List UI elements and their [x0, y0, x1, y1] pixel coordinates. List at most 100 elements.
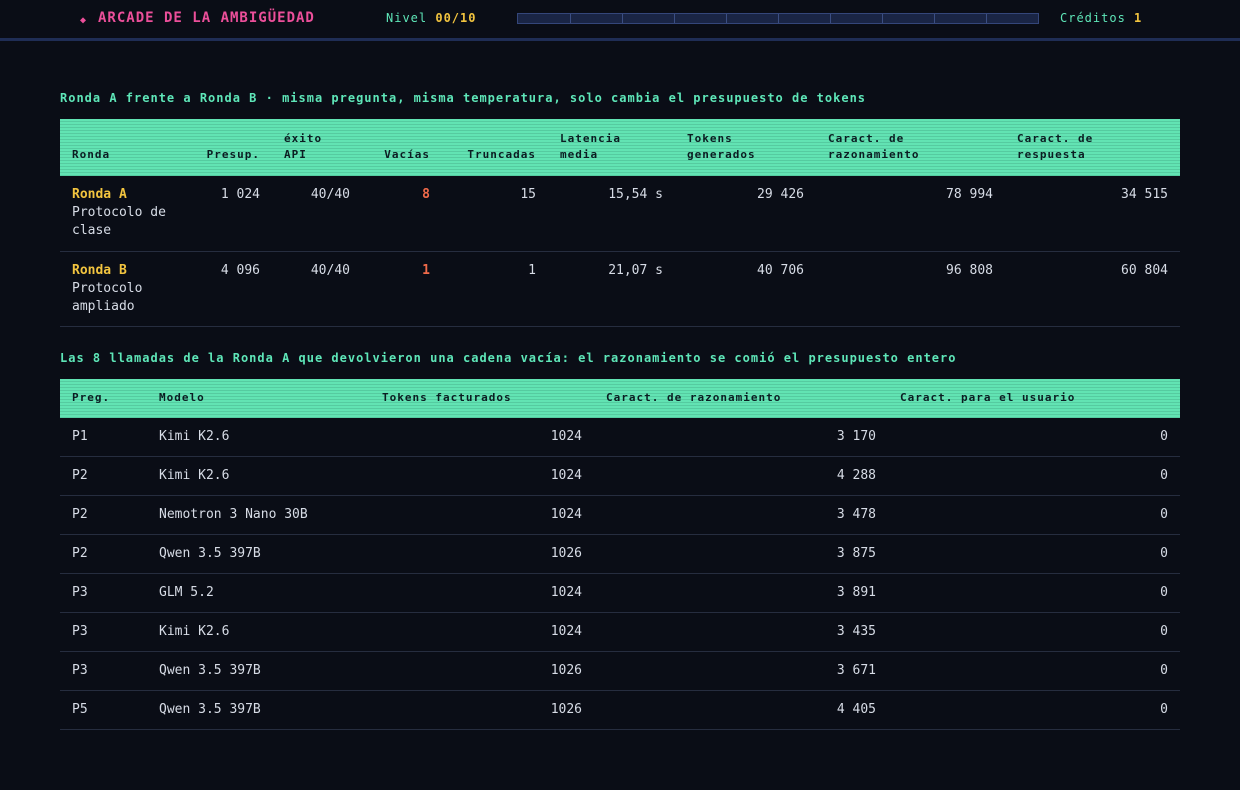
model-cell: Nemotron 3 Nano 30B	[147, 495, 370, 535]
level-indicator: Nivel 00/10	[386, 11, 476, 25]
column-header: éxito API	[284, 132, 323, 161]
rounds-comparison-panel: Ronda Presup. éxito API Vacías Truncadas…	[60, 119, 1180, 327]
model-cell: Qwen 3.5 397B	[147, 534, 370, 574]
column-header: Tokens generados	[687, 132, 756, 161]
reasoning-chars-cell: 3 671	[594, 651, 888, 691]
column-header: Tokens facturados	[382, 391, 512, 404]
column-header: Ronda	[72, 148, 111, 161]
progress-tick	[622, 14, 623, 23]
user-chars-cell: 0	[888, 612, 1180, 652]
question-cell: P3	[60, 612, 147, 652]
column-header: Caract. de razonamiento	[828, 132, 920, 161]
progress-tick	[882, 14, 883, 23]
ronda-name: Ronda A	[72, 187, 127, 202]
section2-caption: Las 8 llamadas de la Ronda A que devolvi…	[60, 351, 957, 365]
level-label: Nivel	[386, 11, 428, 25]
truncated-cell: 15	[442, 176, 548, 252]
progress-tick	[934, 14, 935, 23]
reasoning-chars-cell: 3 478	[594, 495, 888, 535]
model-cell: Qwen 3.5 397B	[147, 651, 370, 691]
table-row-ronda-a: Ronda A Protocolo de clase 1 024 40/40 8…	[60, 176, 1180, 252]
model-cell: Kimi K2.6	[147, 612, 370, 652]
top-bar: ◆ ARCADE DE LA AMBIGÜEDAD Nivel 00/10 Cr…	[0, 0, 1240, 41]
question-cell: P2	[60, 456, 147, 496]
empty-cell: 8	[362, 176, 442, 252]
progress-tick	[674, 14, 675, 23]
user-chars-cell: 0	[888, 534, 1180, 574]
user-chars-cell: 0	[888, 651, 1180, 691]
budget-cell: 1 024	[184, 176, 272, 252]
table-row-ronda-b: Ronda B Protocolo ampliado 4 096 40/40 1…	[60, 251, 1180, 327]
app-title: ARCADE DE LA AMBIGÜEDAD	[98, 10, 315, 26]
billed-tokens-cell: 1026	[370, 690, 594, 730]
table-row: P3 GLM 5.2 1024 3 891 0	[60, 573, 1180, 613]
latency-cell: 15,54 s	[548, 176, 675, 252]
ronda-cell: Ronda B Protocolo ampliado	[60, 251, 184, 327]
answer-chars-cell: 60 804	[1005, 251, 1180, 327]
reasoning-chars-cell: 4 405	[594, 690, 888, 730]
ronda-name: Ronda B	[72, 262, 127, 278]
table-header-row: Preg. Modelo Tokens facturados Caract. d…	[60, 379, 1180, 418]
tokens-cell: 40 706	[675, 251, 816, 327]
reasoning-chars-cell: 4 288	[594, 456, 888, 496]
question-cell: P3	[60, 651, 147, 691]
column-header: Presup.	[206, 148, 260, 161]
question-cell: P1	[60, 418, 147, 457]
credits-label: Créditos	[1060, 11, 1126, 25]
progress-tick	[986, 14, 987, 23]
user-chars-cell: 0	[888, 573, 1180, 613]
user-chars-cell: 0	[888, 418, 1180, 457]
model-cell: Kimi K2.6	[147, 418, 370, 457]
question-cell: P2	[60, 495, 147, 535]
model-cell: Qwen 3.5 397B	[147, 690, 370, 730]
table-row: P2 Qwen 3.5 397B 1026 3 875 0	[60, 534, 1180, 574]
table-row: P3 Qwen 3.5 397B 1026 3 671 0	[60, 651, 1180, 691]
credits-value: 1	[1134, 11, 1143, 25]
billed-tokens-cell: 1024	[370, 495, 594, 535]
api-success-cell: 40/40	[272, 251, 362, 327]
section1-caption: Ronda A frente a Ronda B · misma pregunt…	[60, 91, 867, 105]
billed-tokens-cell: 1024	[370, 418, 594, 457]
table-row: P2 Nemotron 3 Nano 30B 1024 3 478 0	[60, 495, 1180, 535]
question-cell: P2	[60, 534, 147, 574]
model-cell: GLM 5.2	[147, 573, 370, 613]
progress-tick	[830, 14, 831, 23]
user-chars-cell: 0	[888, 690, 1180, 730]
latency-cell: 21,07 s	[548, 251, 675, 327]
progress-tick	[778, 14, 779, 23]
empty-cell: 1	[362, 251, 442, 327]
budget-cell: 4 096	[184, 251, 272, 327]
user-chars-cell: 0	[888, 495, 1180, 535]
reasoning-chars-cell: 78 994	[816, 176, 1005, 252]
ronda-description: Protocolo de clase	[72, 205, 166, 238]
billed-tokens-cell: 1026	[370, 651, 594, 691]
credits-indicator: Créditos 1	[1060, 11, 1142, 25]
column-header: Preg.	[72, 391, 111, 404]
table-header-row: Ronda Presup. éxito API Vacías Truncadas…	[60, 119, 1180, 176]
table-row: P3 Kimi K2.6 1024 3 435 0	[60, 612, 1180, 652]
column-header: Latencia media	[560, 132, 621, 161]
empty-calls-panel: Preg. Modelo Tokens facturados Caract. d…	[60, 379, 1180, 730]
tokens-cell: 29 426	[675, 176, 816, 252]
question-cell: P5	[60, 690, 147, 730]
reasoning-chars-cell: 3 891	[594, 573, 888, 613]
api-success-cell: 40/40	[272, 176, 362, 252]
billed-tokens-cell: 1024	[370, 573, 594, 613]
empty-calls-table: Preg. Modelo Tokens facturados Caract. d…	[60, 379, 1180, 730]
ronda-cell: Ronda A Protocolo de clase	[60, 176, 184, 252]
level-progress-bar	[517, 13, 1039, 24]
progress-tick	[726, 14, 727, 23]
billed-tokens-cell: 1024	[370, 456, 594, 496]
user-chars-cell: 0	[888, 456, 1180, 496]
table-row: P1 Kimi K2.6 1024 3 170 0	[60, 418, 1180, 457]
reasoning-chars-cell: 3 435	[594, 612, 888, 652]
question-cell: P3	[60, 573, 147, 613]
reasoning-chars-cell: 96 808	[816, 251, 1005, 327]
column-header: Modelo	[159, 391, 205, 404]
progress-tick	[570, 14, 571, 23]
billed-tokens-cell: 1024	[370, 612, 594, 652]
reasoning-chars-cell: 3 170	[594, 418, 888, 457]
diamond-icon: ◆	[80, 15, 87, 26]
column-header: Vacías	[384, 148, 430, 161]
answer-chars-cell: 34 515	[1005, 176, 1180, 252]
